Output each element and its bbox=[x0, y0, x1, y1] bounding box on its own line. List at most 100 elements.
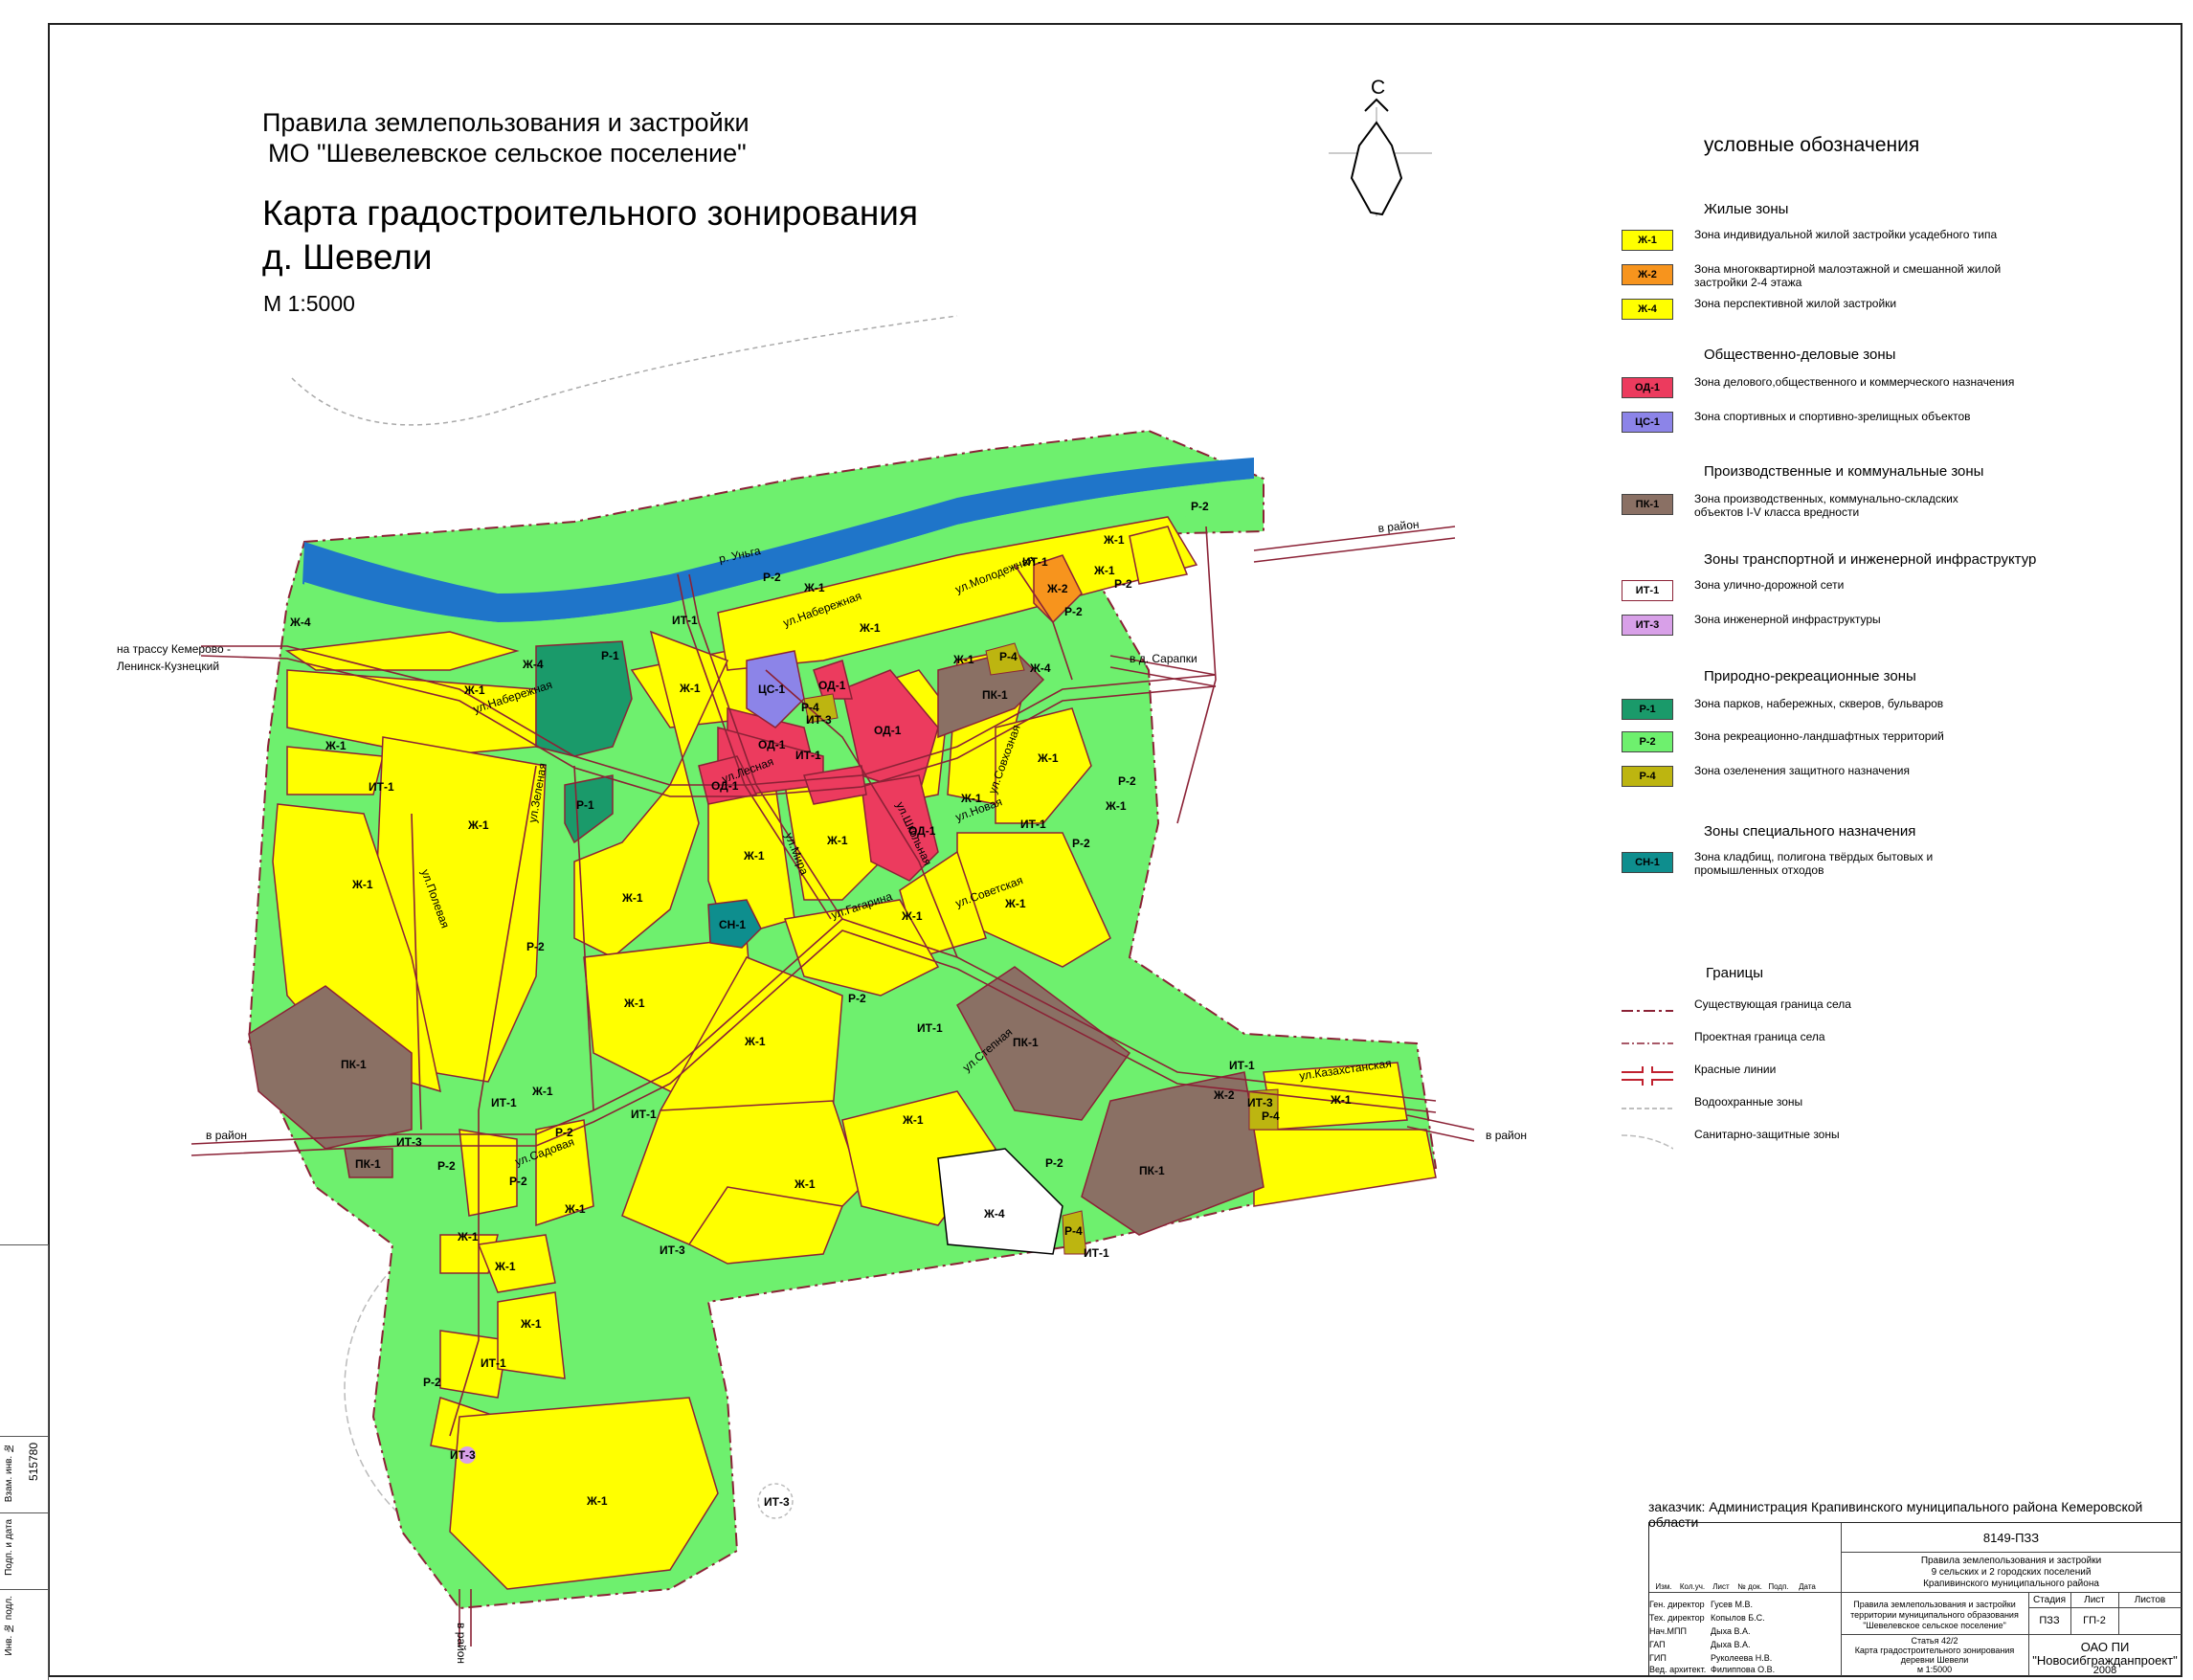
legend-row-it1: ИТ-1 Зона улично-дорожной сети bbox=[1618, 576, 2173, 605]
legend-section-title: Общественно-деловые зоны bbox=[1704, 347, 1896, 363]
stamp-article-2: Карта градостроительного зонирования bbox=[1854, 1646, 2015, 1655]
legend-text: Зона рекреационно-ландшафтных территорий bbox=[1694, 729, 1944, 743]
zone-label: Ж-1 bbox=[826, 834, 848, 847]
legend-swatch: Р-4 bbox=[1622, 766, 1673, 787]
legend-border-water: Водоохранные зоны bbox=[1618, 1093, 2173, 1122]
project-border-icon bbox=[1622, 1042, 1673, 1044]
stamp-project-1: Правила землепользования и застройки bbox=[1920, 1556, 2102, 1566]
legend-row-od1: ОД-1 Зона делового,общественного и комме… bbox=[1618, 373, 2173, 402]
zone-label: Ж-1 bbox=[794, 1177, 816, 1191]
legend-text: Проектная граница села bbox=[1694, 1030, 1825, 1043]
zone-label: ИТ-1 bbox=[795, 749, 821, 762]
zone-label: ПК-1 bbox=[1013, 1036, 1039, 1049]
zone-label: Ж-1 bbox=[902, 1113, 924, 1127]
zone-label: ПК-1 bbox=[341, 1058, 367, 1071]
zone-label: ПК-1 bbox=[1139, 1164, 1165, 1177]
zone-label: Ж-1 bbox=[1004, 897, 1026, 910]
zone-label: Ж-1 bbox=[1093, 564, 1115, 577]
zone-label: Ж-1 bbox=[531, 1085, 553, 1098]
zone-label: ОД-1 bbox=[908, 824, 936, 838]
legend-row-r4: Р-4 Зона озеленения защитного назначения bbox=[1618, 762, 2173, 791]
zone-label: Р-1 bbox=[576, 798, 594, 812]
legend-section-title: Зоны транспортной и инженерной инфрастру… bbox=[1704, 551, 2037, 568]
stamp-doc-3: "Шевелевское сельское поселение" bbox=[1863, 1621, 2006, 1630]
zone-label: ИТ-3 bbox=[1247, 1096, 1273, 1109]
legend-row-it3: ИТ-3 Зона инженерной инфраструктуры bbox=[1618, 611, 2173, 639]
to-rayon-ne-label: в район bbox=[1377, 518, 1420, 535]
zone-label: Ж-1 bbox=[952, 653, 974, 666]
zone-label: Р-2 bbox=[1072, 837, 1090, 850]
zone-label: ИТ-1 bbox=[631, 1108, 657, 1121]
stamp-article-3: деревни Шевели bbox=[1900, 1655, 1969, 1665]
stamp-stage-header: Стадия bbox=[2032, 1595, 2067, 1605]
legend-row-r1: Р-1 Зона парков, набережных, скверов, бу… bbox=[1618, 695, 2173, 724]
legend-text: Зона кладбищ, полигона твёрдых бытовых и… bbox=[1694, 850, 1934, 877]
to-sarapki-label: в д. Сарапки bbox=[1130, 652, 1197, 665]
zone-label: Р-4 bbox=[1064, 1224, 1083, 1238]
zone-label: Р-2 bbox=[423, 1376, 441, 1389]
legend-border-red: Красные линии bbox=[1618, 1061, 2173, 1089]
zone-label: Ж-4 bbox=[1029, 661, 1051, 675]
zone-label: ЦС-1 bbox=[758, 683, 785, 696]
legend-section-title: Зоны специального назначения bbox=[1704, 823, 1916, 840]
stamp-doc-1: Правила землепользования и застройки bbox=[1853, 1600, 2016, 1609]
zone-label: Р-2 bbox=[555, 1126, 573, 1139]
stamp-role: Ген. директор bbox=[1649, 1600, 1705, 1609]
stamp-name: Руколеева Н.В. bbox=[1711, 1653, 1773, 1663]
water-zone-icon bbox=[1622, 1108, 1673, 1109]
zone-label: ИТ-3 bbox=[764, 1495, 790, 1509]
zone-label: Ж-1 bbox=[621, 891, 643, 905]
zone-label: ПК-1 bbox=[982, 688, 1008, 702]
zone-label: ИТ-1 bbox=[491, 1096, 517, 1109]
zone-label: СН-1 bbox=[719, 918, 746, 931]
zone-label: ИТ-3 bbox=[660, 1243, 685, 1257]
zone-label: Ж-4 bbox=[289, 616, 311, 629]
stamp-name: Дыха В.А. bbox=[1711, 1640, 1751, 1649]
zone-label: Ж-1 bbox=[1105, 799, 1127, 813]
zone-label: Р-2 bbox=[848, 992, 866, 1005]
stamp-code: 8149-ПЗЗ bbox=[1982, 1531, 2040, 1545]
stamp-sheets-header: Листов bbox=[2134, 1595, 2166, 1605]
zone-label: Ж-1 bbox=[324, 739, 347, 752]
zone-label: Ж-4 bbox=[522, 658, 544, 671]
legend-swatch: Ж-4 bbox=[1622, 299, 1673, 320]
legend-border-sanitary: Санитарно-защитные зоны bbox=[1618, 1126, 2173, 1154]
zone-label: ИТ-1 bbox=[1020, 818, 1046, 831]
stamp-sheet-header: Лист bbox=[2084, 1595, 2105, 1605]
legend-text: Зона улично-дорожной сети bbox=[1694, 578, 1845, 592]
zone-label: Р-2 bbox=[1114, 577, 1132, 591]
zone-label: Р-2 bbox=[1064, 605, 1083, 618]
zone-label: Р-4 bbox=[1262, 1109, 1280, 1123]
title-block: 8149-ПЗЗ Правила землепользования и заст… bbox=[1648, 1522, 2182, 1677]
zone-label: Ж-1 bbox=[564, 1202, 586, 1216]
zone-label: Ж-2 bbox=[1213, 1088, 1235, 1102]
stamp-article-1: Статья 42/2 bbox=[1911, 1636, 1958, 1646]
zone-label: Ж-1 bbox=[1330, 1093, 1352, 1107]
stamp-name: Филиппова О.В. bbox=[1711, 1665, 1776, 1674]
legend-row-pk1: ПК-1 Зона производственных, коммунально-… bbox=[1618, 490, 2173, 519]
zone-label: Р-4 bbox=[801, 701, 819, 714]
zone-label: Ж-4 bbox=[983, 1207, 1005, 1221]
zone-label: Ж-1 bbox=[859, 621, 881, 635]
legend-text: Зона индивидуальной жилой застройки усад… bbox=[1694, 228, 1998, 241]
zone-label: Ж-1 bbox=[960, 792, 982, 805]
legend-text: Санитарно-защитные зоны bbox=[1694, 1128, 1840, 1141]
zoning-map: р. Уньга на трассу Кемерово - Ленинск-Ку… bbox=[117, 315, 1527, 1664]
zone-label: ПК-1 bbox=[355, 1157, 381, 1171]
zone-label: ИТ-3 bbox=[806, 713, 832, 727]
zone-label: ОД-1 bbox=[711, 779, 739, 793]
to-rayon-e-label: в район bbox=[1486, 1129, 1527, 1142]
legend-row-zh1: Ж-1 Зона индивидуальной жилой застройки … bbox=[1618, 226, 2173, 255]
zone-label: Ж-1 bbox=[586, 1494, 608, 1508]
stamp-sheet: ГП-2 bbox=[2083, 1615, 2106, 1626]
legend-text: Зона перспективной жилой застройки bbox=[1694, 297, 1897, 310]
stamp-article-4: м 1:5000 bbox=[1916, 1665, 1953, 1674]
to-rayon-s-label: в район bbox=[455, 1623, 468, 1664]
zone-label: Р-2 bbox=[1191, 500, 1209, 513]
legend-row-zh2: Ж-2 Зона многоквартирной малоэтажной и с… bbox=[1618, 260, 2173, 289]
legend-swatch: ПК-1 bbox=[1622, 494, 1673, 515]
legend-row-r2: Р-2 Зона рекреационно-ландшафтных террит… bbox=[1618, 728, 2173, 756]
stamp-name: Дыха В.А. bbox=[1711, 1626, 1751, 1636]
stamp-project-3: Крапивинского муниципального района bbox=[1923, 1579, 2099, 1589]
zone-label: ОД-1 bbox=[758, 738, 786, 751]
